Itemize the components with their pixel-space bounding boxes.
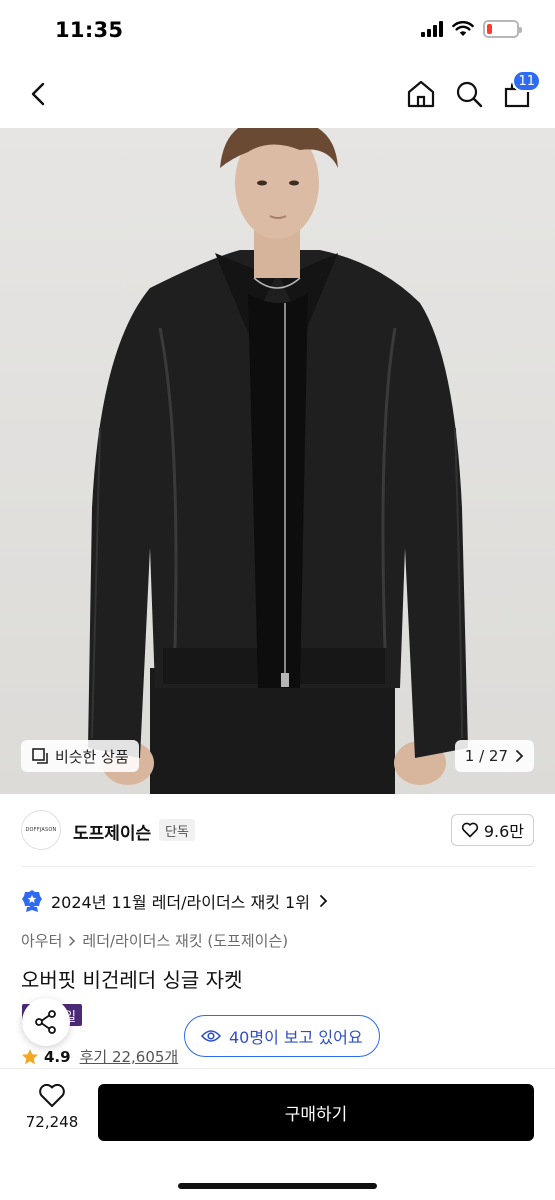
breadcrumb-subcategory[interactable]: 레더/라이더스 재킷 (도프제이슨) xyxy=(82,930,288,951)
buy-button[interactable]: 구매하기 xyxy=(98,1084,534,1141)
ranking-banner[interactable]: 2024년 11월 레더/라이더스 재킷 1위 xyxy=(21,888,328,914)
home-icon xyxy=(407,80,435,108)
rating-row[interactable]: 4.9 후기 22,605개 xyxy=(21,1046,178,1067)
star-icon xyxy=(22,1048,38,1064)
status-indicators xyxy=(421,20,522,38)
breadcrumb: 아우터 레더/라이더스 재킷 (도프제이슨) xyxy=(21,930,288,951)
share-button[interactable] xyxy=(22,998,70,1046)
chevron-right-icon xyxy=(69,935,76,946)
brand-logo-text: DOFFJASON xyxy=(25,827,57,833)
live-viewers-text: 40명이 보고 있어요 xyxy=(229,1028,363,1047)
wishlist-button[interactable]: 72,248 xyxy=(20,1083,84,1145)
brand-like-count: 9.6만 xyxy=(483,822,524,841)
eye-icon xyxy=(201,1030,221,1042)
back-icon xyxy=(31,82,45,106)
heart-icon xyxy=(39,1083,65,1107)
nav-actions: 11 xyxy=(403,70,541,112)
exclusive-tag: 단독 xyxy=(159,819,195,841)
wifi-icon xyxy=(452,21,474,36)
search-icon xyxy=(456,81,483,108)
status-bar: 11:35 xyxy=(0,0,555,62)
chevron-right-icon xyxy=(516,750,524,762)
breadcrumb-category[interactable]: 아우터 xyxy=(21,930,62,951)
brand-name[interactable]: 도프제이슨 xyxy=(73,819,151,844)
wishlist-count: 72,248 xyxy=(25,1113,79,1131)
battery-icon xyxy=(483,20,522,38)
status-time: 11:35 xyxy=(55,18,124,42)
share-icon xyxy=(35,1010,56,1034)
product-image-carousel[interactable]: 비슷한 상품 1 / 27 xyxy=(0,128,555,794)
live-viewers-pill[interactable]: 40명이 보고 있어요 xyxy=(184,1015,380,1057)
brand-row[interactable]: DOFFJASON 도프제이슨 단독 9.6만 xyxy=(21,806,534,854)
product-title: 오버핏 비건레더 싱글 자켓 xyxy=(21,968,243,992)
ranking-badge-icon xyxy=(22,890,42,912)
similar-products-icon xyxy=(32,748,48,764)
search-button[interactable] xyxy=(451,76,487,112)
rating-score: 4.9 xyxy=(44,1047,71,1066)
product-photo xyxy=(88,128,468,794)
navigation-bar: 11 xyxy=(0,62,555,128)
image-counter-button[interactable]: 1 / 27 xyxy=(454,740,534,772)
cart-button[interactable]: 11 xyxy=(499,70,541,112)
chevron-right-icon xyxy=(320,895,328,907)
brand-like-button[interactable]: 9.6만 xyxy=(450,814,534,846)
cart-count-badge: 11 xyxy=(512,70,541,92)
image-counter: 1 / 27 xyxy=(464,747,508,765)
cellular-signal-icon xyxy=(421,21,443,37)
home-button[interactable] xyxy=(403,76,439,112)
bottom-action-bar: 72,248 구매하기 xyxy=(0,1068,555,1200)
similar-products-label: 비슷한 상품 xyxy=(55,747,129,766)
review-count-link[interactable]: 후기 22,605개 xyxy=(80,1046,179,1067)
similar-products-button[interactable]: 비슷한 상품 xyxy=(21,740,139,772)
ranking-text: 2024년 11월 레더/라이더스 재킷 1위 xyxy=(51,893,310,912)
heart-icon xyxy=(461,822,478,838)
home-indicator xyxy=(178,1183,377,1189)
divider xyxy=(21,866,534,867)
brand-logo[interactable]: DOFFJASON xyxy=(21,810,61,850)
back-button[interactable] xyxy=(20,76,56,112)
